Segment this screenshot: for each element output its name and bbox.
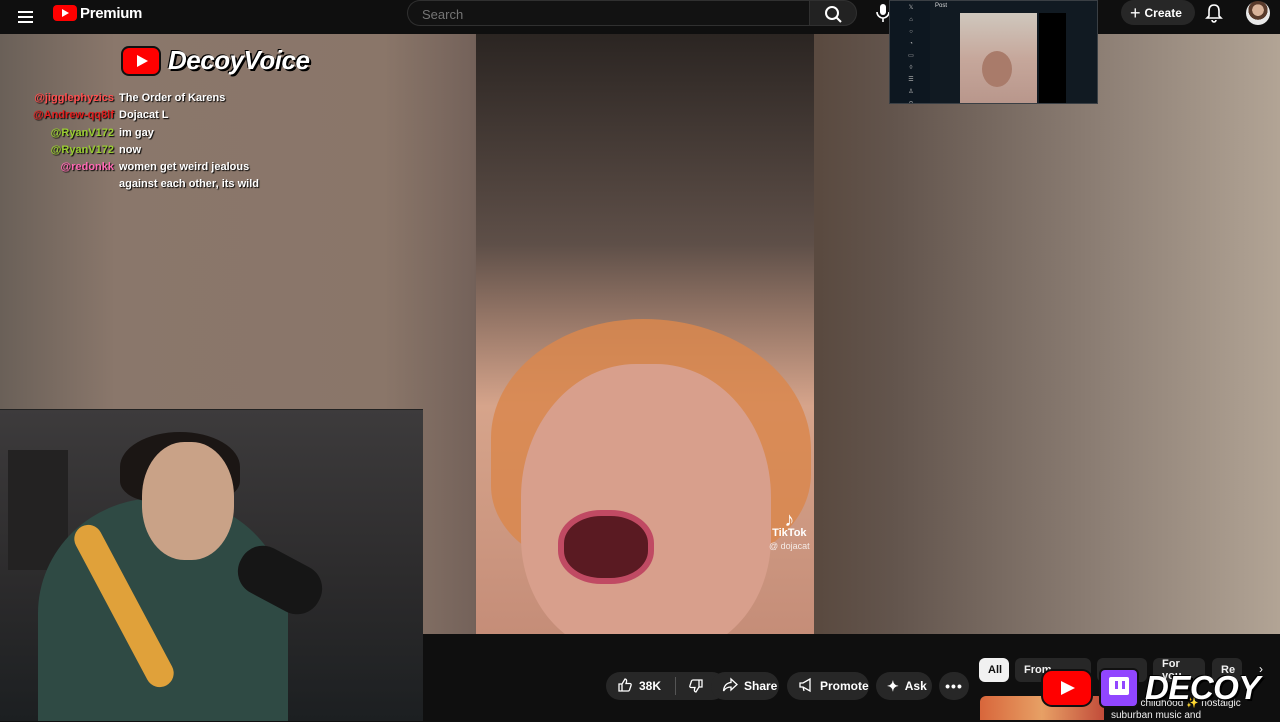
more-icon: ••• — [945, 678, 963, 694]
chat-overlay: @jigglephyzics The Order of Karens @Andrew… — [0, 90, 300, 194]
account-avatar[interactable] — [1246, 1, 1270, 25]
create-label: Create — [1144, 5, 1182, 20]
brand-name: DecoyVoice — [168, 45, 310, 75]
bell-icon[interactable]: ◔ — [896, 39, 926, 49]
chat-username: @redonkk — [60, 161, 114, 174]
twitch-icon — [1101, 670, 1137, 706]
ask-label: Ask — [904, 679, 927, 693]
youtube-logo-icon — [53, 5, 77, 21]
video-subject-face — [521, 364, 771, 634]
notifications-button[interactable] — [1204, 2, 1224, 24]
chat-message: @Andrew-qq8lf Dojacat L — [0, 107, 300, 124]
logo-text: Premium — [80, 4, 143, 22]
chat-text: Dojacat L — [119, 109, 169, 122]
plus-icon: + — [1130, 2, 1141, 23]
chat-username: @RyanV172 — [50, 126, 114, 139]
channel-brand-overlay: DecoyVoice — [123, 45, 310, 76]
pip-video-dark — [1039, 13, 1066, 103]
share-label: Share — [744, 679, 778, 693]
like-button[interactable] — [617, 677, 633, 695]
decoy-brand-overlay: DECOY — [1043, 668, 1260, 708]
chat-message: @RyanV172 im gay — [0, 125, 300, 142]
search-button[interactable] — [809, 0, 857, 26]
grok-icon[interactable]: ◊ — [896, 63, 926, 73]
pip-window[interactable]: 𝕏 ⌂ ○ ◔ ▭ ◊ ☰ ♙ ⊙ Post — [889, 0, 1098, 104]
youtube-logo[interactable]: Premium — [53, 4, 142, 22]
tiktok-video: ♪ TikTok @ dojacat — [476, 34, 814, 634]
chat-username: @jigglephyzics — [34, 92, 114, 104]
search-box[interactable] — [407, 0, 809, 26]
youtube-icon — [1043, 671, 1091, 705]
tiktok-label: TikTok — [772, 527, 807, 539]
chat-message: @redonkk women get weird jealous against … — [0, 159, 300, 194]
thumbs-up-icon — [618, 678, 632, 692]
create-button[interactable]: + Create — [1121, 0, 1195, 25]
promote-label: Promote — [820, 679, 869, 693]
search-icon — [825, 6, 842, 23]
home-icon[interactable]: ⌂ — [896, 15, 926, 25]
mail-icon[interactable]: ▭ — [896, 51, 926, 61]
search-input[interactable] — [420, 6, 784, 23]
megaphone-icon — [798, 677, 814, 695]
chat-text: im gay — [119, 126, 154, 139]
pip-video — [960, 13, 1037, 103]
menu-icon[interactable] — [18, 6, 34, 26]
pip-sidebar: 𝕏 ⌂ ○ ◔ ▭ ◊ ☰ ♙ ⊙ — [890, 1, 930, 103]
x-icon[interactable]: 𝕏 — [896, 3, 926, 13]
share-button[interactable]: Share — [711, 672, 779, 700]
pip-title: Post — [935, 3, 948, 9]
chip-0[interactable]: All — [979, 658, 1009, 682]
promote-button[interactable]: Promote — [787, 672, 869, 700]
lists-icon[interactable]: ☰ — [896, 75, 926, 85]
tiktok-watermark: ♪ TikTok @ dojacat — [769, 509, 810, 553]
streamer-head — [142, 442, 234, 560]
video-subject-mouth — [558, 510, 654, 584]
decoy-brand-text: DECOY — [1145, 669, 1260, 706]
search-icon[interactable]: ○ — [896, 27, 926, 37]
chat-username: @Andrew-qq8lf — [32, 109, 114, 122]
chat-text: now — [119, 143, 141, 156]
more-icon[interactable]: ⊙ — [896, 99, 926, 103]
ask-button[interactable]: ✦ Ask — [876, 672, 932, 700]
webcam-overlay — [0, 409, 423, 721]
tiktok-note-icon: ♪ — [784, 509, 795, 531]
chat-message: @RyanV172 now — [0, 142, 300, 159]
more-actions-button[interactable]: ••• — [939, 672, 969, 700]
chat-message: @jigglephyzics The Order of Karens — [0, 90, 300, 107]
sparkle-icon: ✦ — [887, 678, 899, 694]
like-count: 38K — [639, 679, 662, 693]
chat-text: The Order of Karens — [119, 92, 226, 104]
chat-username: @RyanV172 — [50, 143, 114, 156]
user-icon[interactable]: ♙ — [896, 87, 926, 97]
tiktok-handle: @ dojacat — [769, 541, 810, 551]
like-dislike-group: 38K — [606, 672, 726, 700]
bell-icon — [1205, 4, 1223, 23]
chat-text: women get weird jealous against each oth… — [119, 161, 259, 191]
thumbs-down-icon — [689, 679, 703, 693]
share-icon — [722, 677, 738, 695]
youtube-play-icon — [123, 47, 159, 74]
